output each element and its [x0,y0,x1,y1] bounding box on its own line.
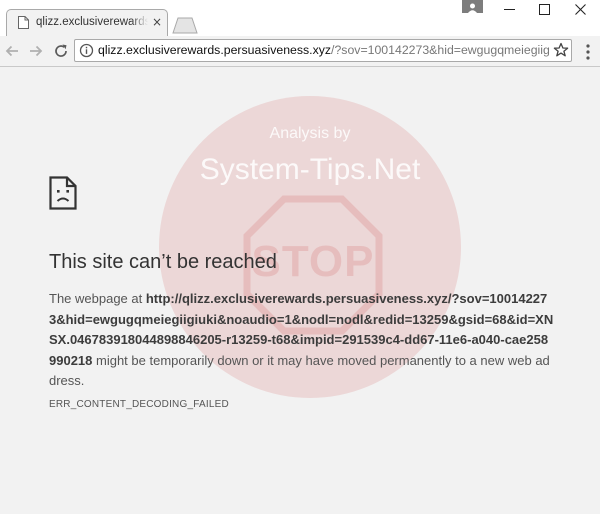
browser-toolbar: qlizz.exclusiverewards.persuasiveness.xy… [0,36,600,67]
person-icon [468,3,477,13]
maximize-icon [539,4,550,15]
tab-close-icon[interactable]: × [150,15,164,29]
forward-arrow-icon[interactable] [27,42,45,60]
address-bar[interactable]: qlizz.exclusiverewards.persuasiveness.xy… [74,39,572,62]
error-body-suffix: might be temporarily down or it may have… [49,352,550,389]
minimize-icon [504,9,515,10]
document-icon [18,16,29,29]
profile-icon[interactable] [462,0,483,13]
url-path: /?sov=100142273&hid=ewgugqmeiegiigiuki& [331,43,550,57]
tab-strip: qlizz.exclusiverewards.pe × [0,0,600,36]
window-close-button[interactable] [563,0,597,20]
maximize-button[interactable] [527,0,561,20]
error-heading: This site can’t be reached [49,251,277,273]
info-icon[interactable] [79,43,94,58]
watermark-text-analysis: Analysis by [269,125,351,142]
reload-icon[interactable] [52,42,70,60]
error-description: The webpage at http://qlizz.exclusiverew… [49,289,554,392]
minimize-button[interactable] [492,0,526,20]
new-tab-button[interactable] [172,16,198,34]
close-icon [575,4,586,15]
back-arrow-icon[interactable] [3,42,21,60]
error-code: ERR_CONTENT_DECODING_FAILED [49,399,229,410]
browser-tab[interactable]: qlizz.exclusiverewards.pe × [6,9,168,36]
url-host: qlizz.exclusiverewards.persuasiveness.xy… [98,43,332,57]
error-body-prefix: The webpage at [49,291,146,306]
url-text[interactable]: qlizz.exclusiverewards.persuasiveness.xy… [98,43,550,59]
star-icon[interactable] [553,42,569,58]
kebab-menu-icon[interactable] [582,43,594,61]
tab-title: qlizz.exclusiverewards.pe [36,16,148,28]
watermark-text-site: System-Tips.Net [199,153,421,186]
sad-page-icon [49,176,77,210]
